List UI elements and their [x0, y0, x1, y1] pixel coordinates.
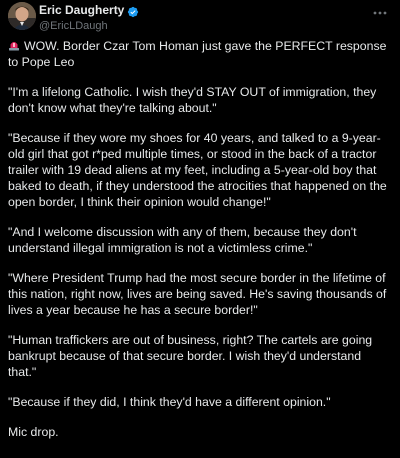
- name-row: Eric Daugherty: [39, 3, 139, 18]
- post-paragraph-3: "Because if they wore my shoes for 40 ye…: [8, 131, 387, 209]
- verified-badge-icon[interactable]: [127, 5, 139, 17]
- author-handle[interactable]: @EricLDaugh: [39, 19, 139, 33]
- post-paragraph-6: "Human traffickers are out of business, …: [8, 333, 373, 379]
- post-header: Eric Daugherty @EricLDaugh: [8, 2, 392, 34]
- display-name[interactable]: Eric Daugherty: [39, 3, 124, 18]
- post-body: WOW. Border Czar Tom Homan just gave the…: [8, 38, 392, 454]
- post-paragraph-4: "And I welcome discussion with any of th…: [8, 225, 357, 255]
- more-options-icon[interactable]: [372, 5, 388, 15]
- post-paragraph-5: "Where President Trump had the most secu…: [8, 271, 387, 317]
- post-card: Eric Daugherty @EricLDaugh WOW. Border C…: [0, 0, 400, 458]
- avatar[interactable]: [8, 2, 36, 30]
- police-siren-emoji-icon: [8, 39, 20, 51]
- post-paragraph-8: Mic drop.: [8, 425, 59, 439]
- profile-photo: [8, 2, 36, 30]
- post-paragraph-2: "I'm a lifelong Catholic. I wish they'd …: [8, 85, 377, 115]
- author-identity: Eric Daugherty @EricLDaugh: [39, 3, 139, 33]
- post-paragraph-text: WOW. Border Czar Tom Homan just gave the…: [8, 39, 387, 69]
- post-paragraph-7: "Because if they did, I think they'd hav…: [8, 395, 331, 409]
- post-paragraph-1: WOW. Border Czar Tom Homan just gave the…: [8, 38, 392, 70]
